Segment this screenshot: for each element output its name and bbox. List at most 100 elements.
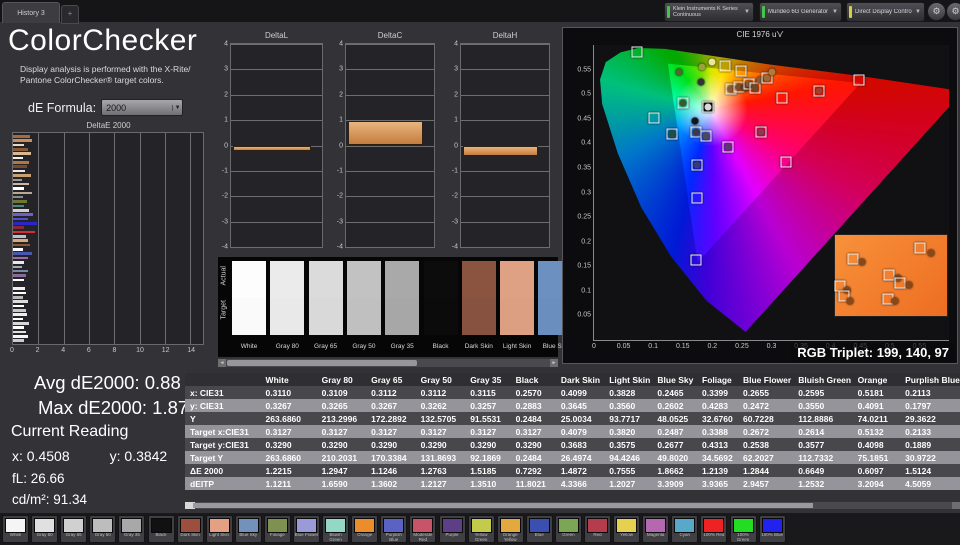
gridline: [461, 120, 549, 121]
patch-button-bluish-green[interactable]: Bluish Green: [322, 515, 349, 543]
y-tick-label: 2: [339, 91, 343, 98]
patch-label: Black: [149, 533, 174, 542]
scrollbar-thumb[interactable]: [227, 360, 417, 366]
target-swatch: [500, 298, 534, 335]
mini-chart-title: DeltaL: [230, 31, 323, 40]
patch-label: 100% Green: [731, 533, 756, 542]
new-tab-button[interactable]: +: [61, 5, 79, 24]
patch-button-blue[interactable]: Blue: [526, 515, 553, 543]
table-scrollbar[interactable]: [185, 502, 960, 509]
table-cell: 3.3909: [652, 477, 697, 490]
tab-history[interactable]: History 3: [2, 2, 60, 23]
patch-button-100-blue[interactable]: 100% Blue: [759, 515, 786, 543]
scroll-right-icon[interactable]: ►: [550, 359, 558, 367]
table-cell: 1.4872: [556, 464, 604, 477]
target-marker: [649, 112, 660, 123]
x-tick-label: 0.25: [735, 343, 749, 350]
measurement-marker: [928, 249, 935, 256]
meter-connection-button[interactable]: Klein Instruments K SeriesContinuous ▼: [664, 2, 754, 22]
de-bar: [13, 179, 22, 182]
column-header: Blue Sky: [652, 373, 697, 386]
patch-button-gray-65[interactable]: Gray 65: [60, 515, 87, 543]
patch-label: Gray 80: [32, 533, 57, 542]
table-cell: 172.2892: [366, 412, 416, 425]
table-cell: 1.2139: [697, 464, 738, 477]
patch-button-gray-50[interactable]: Gray 50: [89, 515, 116, 543]
gridline: [346, 146, 434, 147]
patch-button-black[interactable]: Black: [148, 515, 175, 543]
source-connection-button[interactable]: Murideo 6G Generator ▼: [759, 2, 842, 22]
patch-label: 100% Blue: [760, 533, 785, 542]
patch-button-cyan[interactable]: Cyan: [671, 515, 698, 543]
patch-button-purplish-blue[interactable]: Purplish Blue: [380, 515, 407, 543]
patch-button-red[interactable]: Red: [584, 515, 611, 543]
table-cell: 1.1211: [261, 477, 317, 490]
patch-button-yellow-green[interactable]: Yellow Green: [468, 515, 495, 543]
patch-label: Magenta: [643, 533, 668, 542]
de-bar: [13, 335, 28, 338]
table-cell: 62.2027: [738, 451, 793, 464]
de-formula-dropdown[interactable]: 2000 ▼: [101, 99, 183, 116]
y-tick-label: 2: [224, 91, 228, 98]
patch-swatch: [209, 518, 230, 533]
gridline: [64, 133, 65, 344]
patch-button-green[interactable]: Green: [555, 515, 582, 543]
y-tick-label: -1: [222, 167, 228, 174]
patch-button-gray-80[interactable]: Gray 80: [31, 515, 58, 543]
patch-swatch: [34, 518, 55, 533]
table-cell: 0.3127: [416, 425, 466, 438]
table-cell: 0.2677: [652, 438, 697, 451]
table-cell: 210.2031: [317, 451, 367, 464]
table-cell: 60.7228: [738, 412, 793, 425]
patch-button-blue-sky[interactable]: Blue Sky: [235, 515, 262, 543]
measurement-marker: [724, 144, 731, 151]
patch-button-moderate-red[interactable]: Moderate Red: [409, 515, 436, 543]
de-bar: [13, 313, 27, 316]
patch-button-dark-skin[interactable]: Dark Skin: [177, 515, 204, 543]
measurement-marker: [691, 117, 698, 124]
patch-button-light-skin[interactable]: Light Skin: [206, 515, 233, 543]
patch-button-white[interactable]: White: [2, 515, 29, 543]
delta-bar: [463, 146, 539, 156]
patch-button-orange-yellow[interactable]: Orange Yellow: [497, 515, 524, 543]
display-control-button[interactable]: Direct Display Control ▼: [846, 2, 925, 22]
gear-icon[interactable]: ⚙: [927, 2, 946, 21]
swatch-strip-scrollbar[interactable]: ◄ ►: [218, 359, 558, 367]
column-header: White: [261, 373, 317, 386]
meter-status-indicator: [667, 6, 670, 18]
table-cell: 0.3290: [416, 438, 466, 451]
target-marker: [691, 255, 702, 266]
patch-button-100-green[interactable]: 100% Green: [730, 515, 757, 543]
scroll-left-icon[interactable]: ◄: [218, 359, 226, 367]
scrollbar-thumb[interactable]: [193, 503, 813, 508]
patch-button-blue-flower[interactable]: Blue Flower: [293, 515, 320, 543]
table-cell: 1.3510: [465, 477, 510, 490]
de-bar: [13, 235, 26, 238]
table-cell: 0.2655: [738, 386, 793, 399]
table-cell: 4.5059: [900, 477, 960, 490]
column-header: Bluish Green: [793, 373, 852, 386]
patch-button-100-red[interactable]: 100% Red: [700, 515, 727, 543]
gear-icon[interactable]: ⚙: [946, 2, 960, 21]
table-cell: 0.3645: [556, 399, 604, 412]
scroll-right-icon[interactable]: [952, 502, 960, 509]
y-tick-label: 3: [224, 66, 228, 73]
patch-button-foliage[interactable]: Foliage: [264, 515, 291, 543]
patch-label: Orange: [352, 533, 377, 542]
table-cell: 0.2570: [511, 386, 556, 399]
patch-button-magenta[interactable]: Magenta: [642, 515, 669, 543]
measurement-marker: [858, 258, 865, 265]
patch-button-gray-35[interactable]: Gray 35: [118, 515, 145, 543]
gridline: [461, 44, 549, 45]
gridline: [346, 95, 434, 96]
patch-label: 100% Red: [701, 533, 726, 542]
deltae2000-chart: [12, 132, 204, 345]
patch-label: Moderate Red: [410, 533, 435, 542]
column-header: Dark Skin: [556, 373, 604, 386]
measurement-marker: [905, 282, 912, 289]
mini-chart-deltac: 43210-1-2-3-4: [345, 43, 435, 248]
de-bar: [13, 292, 26, 295]
patch-button-yellow[interactable]: Yellow: [613, 515, 640, 543]
patch-button-purple[interactable]: Purple: [439, 515, 466, 543]
patch-button-orange[interactable]: Orange: [351, 515, 378, 543]
